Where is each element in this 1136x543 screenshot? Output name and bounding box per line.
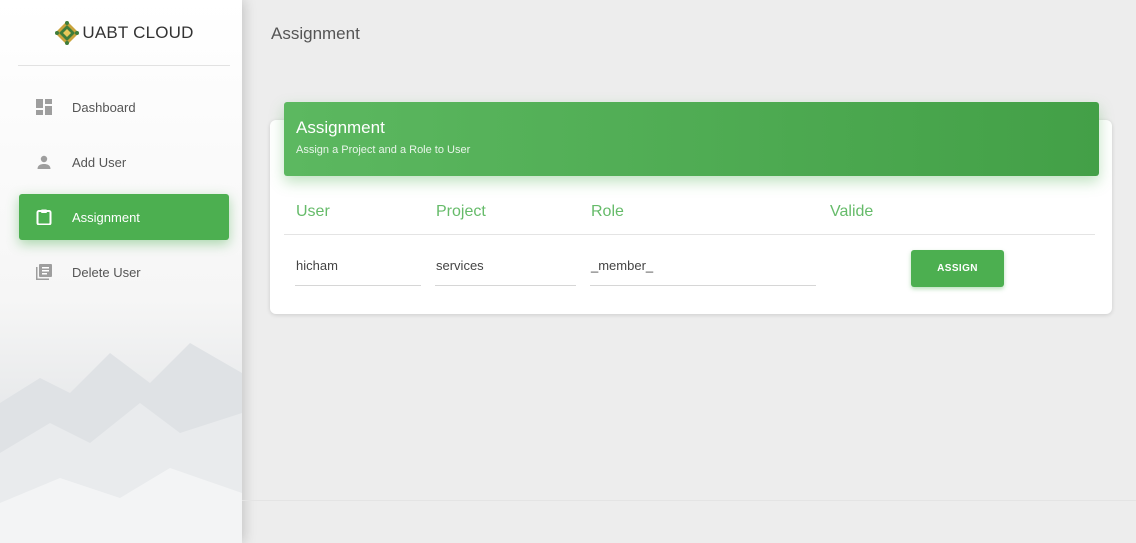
clipboard-icon <box>36 209 52 225</box>
role-field[interactable]: _member_ <box>590 258 816 286</box>
dashboard-icon <box>36 99 52 115</box>
assign-button[interactable]: ASSIGN <box>911 250 1004 287</box>
card-title: Assignment <box>296 118 385 137</box>
sidebar-item-delete-user[interactable]: Delete User <box>19 249 229 295</box>
column-header-role: Role <box>591 203 624 220</box>
sidebar-item-label: Assignment <box>72 209 140 225</box>
sidebar-item-label: Dashboard <box>72 99 136 115</box>
footer-divider <box>242 500 1136 501</box>
brand-name: UABT CLOUD <box>82 22 194 42</box>
library-books-icon <box>36 264 52 280</box>
header-divider <box>284 234 1095 235</box>
card-header: Assignment Assign a Project and a Role t… <box>284 102 1099 176</box>
sidebar-item-assignment[interactable]: Assignment <box>19 194 229 240</box>
column-header-user: User <box>296 203 330 220</box>
card-subtitle: Assign a Project and a Role to User <box>296 144 471 156</box>
project-field[interactable]: services <box>435 258 576 286</box>
sidebar-background-image <box>0 343 242 543</box>
sidebar-item-dashboard[interactable]: Dashboard <box>19 84 229 130</box>
column-header-project: Project <box>436 203 486 220</box>
person-icon <box>36 154 52 170</box>
column-header-valide: Valide <box>830 203 874 220</box>
brand[interactable]: UABT CLOUD <box>18 0 230 66</box>
sidebar-item-add-user[interactable]: Add User <box>19 139 229 185</box>
sidebar-item-label: Add User <box>72 154 127 170</box>
mosaic-logo-icon <box>55 20 80 45</box>
sidebar-item-label: Delete User <box>72 264 141 280</box>
sidebar: UABT CLOUD Dashboard Add User Assignment… <box>0 0 242 543</box>
page-title: Assignment <box>271 24 360 43</box>
user-field[interactable]: hicham <box>295 258 421 286</box>
